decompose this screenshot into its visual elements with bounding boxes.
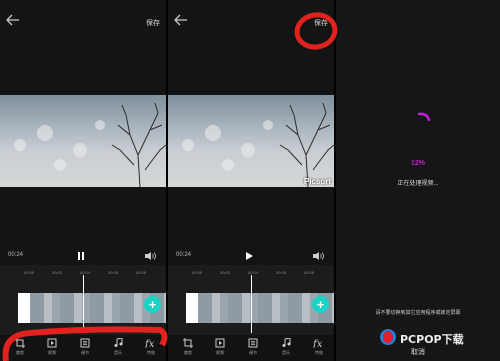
save-button[interactable]: 保存 bbox=[314, 18, 328, 28]
watermark-text: Picsort bbox=[303, 177, 331, 186]
tick-label: 00:00 bbox=[192, 270, 203, 275]
video-icon bbox=[47, 338, 57, 348]
adjust-icon bbox=[248, 338, 258, 348]
tool-music[interactable]: 音乐 bbox=[106, 338, 130, 356]
volume-icon[interactable] bbox=[144, 251, 156, 261]
current-time: 00:24 bbox=[8, 252, 24, 258]
tool-video[interactable]: 视频 bbox=[208, 338, 232, 356]
tool-label: 调节 bbox=[249, 350, 257, 355]
save-button[interactable]: 保存 bbox=[146, 18, 160, 28]
tool-fx[interactable]: fx 特效 bbox=[139, 338, 163, 356]
tool-music[interactable]: 音乐 bbox=[274, 338, 298, 356]
processing-warning: 请不要切换到其它应用程序或锁定屏幕 bbox=[375, 310, 461, 316]
tool-crop[interactable]: 裁剪 bbox=[8, 338, 32, 356]
tick-label: 00:06 bbox=[108, 270, 119, 275]
tick-label: 00:08 bbox=[136, 270, 147, 275]
playback-controls: 00:24 bbox=[0, 248, 166, 264]
progress-percent: 12% bbox=[410, 160, 425, 167]
music-icon bbox=[114, 338, 123, 347]
svg-text:fx: fx bbox=[145, 339, 155, 348]
toolbar: 裁剪 视频 调节 音乐 fx 特效 bbox=[168, 335, 334, 361]
tick-label: 00:06 bbox=[276, 270, 287, 275]
editor-panel-2: 保存 Picsort 00:24 00:00 00:02 00:04 00:06… bbox=[168, 0, 334, 361]
clip-handle[interactable] bbox=[18, 293, 30, 323]
processing-status: 正在处理视频... bbox=[397, 181, 439, 187]
tool-label: 裁剪 bbox=[16, 350, 24, 355]
tool-label: 音乐 bbox=[282, 350, 290, 355]
pause-icon[interactable] bbox=[76, 251, 86, 261]
add-clip-button[interactable]: + bbox=[312, 296, 329, 313]
tool-label: 音乐 bbox=[114, 350, 122, 355]
crop-icon bbox=[15, 338, 25, 348]
volume-icon[interactable] bbox=[312, 251, 324, 261]
clip-handle[interactable] bbox=[186, 293, 198, 323]
back-arrow-icon[interactable] bbox=[6, 14, 20, 26]
top-bar: 保存 bbox=[0, 0, 166, 40]
crop-icon bbox=[183, 338, 193, 348]
music-icon bbox=[282, 338, 291, 347]
tick-label: 00:08 bbox=[304, 270, 315, 275]
tick-label: 00:02 bbox=[220, 270, 231, 275]
loading-spinner-icon bbox=[417, 112, 431, 122]
add-clip-button[interactable]: + bbox=[144, 296, 161, 313]
top-bar: 保存 bbox=[168, 0, 334, 40]
tool-fx[interactable]: fx 特效 bbox=[307, 338, 331, 356]
site-logo: PCPOP下载 bbox=[380, 322, 500, 360]
tool-crop[interactable]: 裁剪 bbox=[176, 338, 200, 356]
editor-panel-1: 保存 00:24 00:00 00:02 00:04 00:06 00:08 + bbox=[0, 0, 166, 361]
video-preview: Picsort bbox=[168, 95, 334, 187]
tick-label: 00:04 bbox=[80, 270, 91, 275]
video-preview bbox=[0, 95, 166, 187]
video-icon bbox=[215, 338, 225, 348]
logo-text: PCPOP下载 bbox=[400, 333, 464, 346]
timeline[interactable]: 00:00 00:02 00:04 00:06 00:08 + bbox=[168, 265, 334, 335]
play-icon[interactable] bbox=[244, 251, 254, 261]
tool-label: 视频 bbox=[216, 350, 224, 355]
playback-controls: 00:24 bbox=[168, 248, 334, 264]
tool-label: 视频 bbox=[48, 350, 56, 355]
fx-icon: fx bbox=[313, 339, 323, 348]
tick-label: 00:04 bbox=[248, 270, 259, 275]
tool-adjust[interactable]: 调节 bbox=[241, 338, 265, 356]
playhead[interactable] bbox=[83, 275, 84, 333]
tool-adjust[interactable]: 调节 bbox=[73, 338, 97, 356]
timeline[interactable]: 00:00 00:02 00:04 00:06 00:08 + bbox=[0, 265, 166, 335]
processing-panel: 12% 正在处理视频... 请不要切换到其它应用程序或锁定屏幕 取消 bbox=[336, 0, 500, 361]
adjust-icon bbox=[80, 338, 90, 348]
current-time: 00:24 bbox=[176, 252, 192, 258]
toolbar: 裁剪 视频 调节 音乐 fx 特效 bbox=[0, 335, 166, 361]
tool-label: 特效 bbox=[315, 350, 323, 355]
fx-icon: fx bbox=[145, 339, 155, 348]
playhead[interactable] bbox=[251, 275, 252, 333]
logo-mark-icon bbox=[380, 329, 396, 345]
tick-label: 00:02 bbox=[52, 270, 63, 275]
tool-video[interactable]: 视频 bbox=[40, 338, 64, 356]
tool-label: 调节 bbox=[81, 350, 89, 355]
tool-label: 裁剪 bbox=[184, 350, 192, 355]
svg-text:fx: fx bbox=[313, 339, 323, 348]
tool-label: 特效 bbox=[147, 350, 155, 355]
back-arrow-icon[interactable] bbox=[174, 14, 188, 26]
tick-label: 00:00 bbox=[24, 270, 35, 275]
